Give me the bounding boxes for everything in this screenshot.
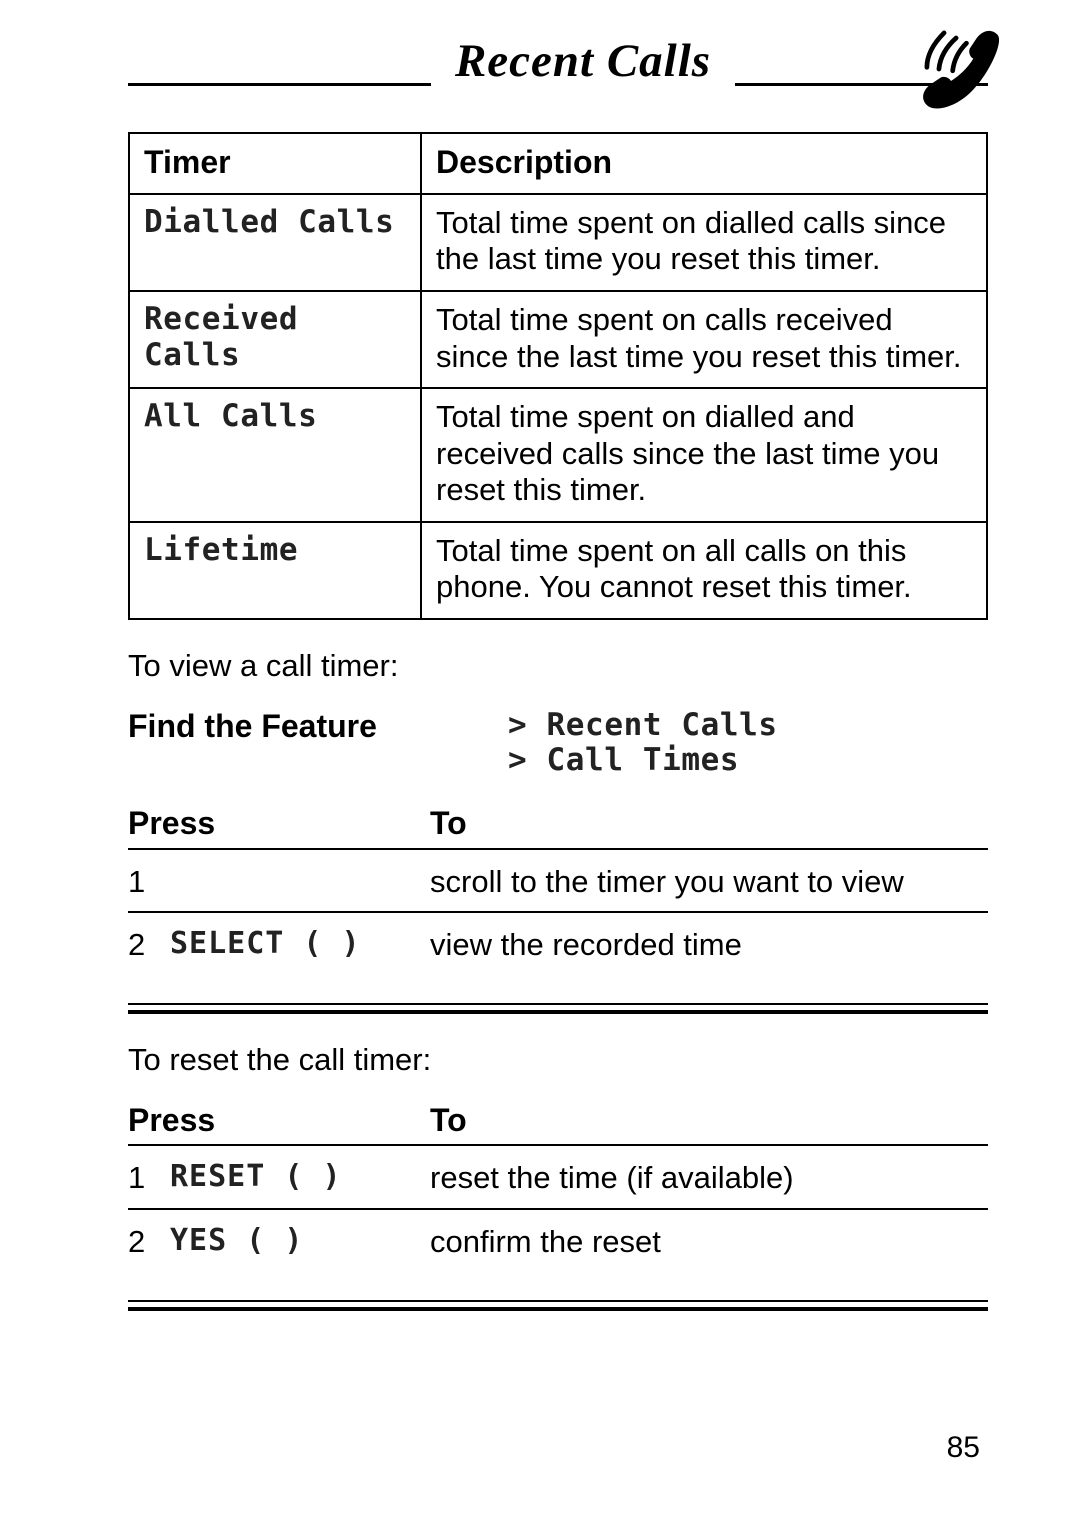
table-row: All Calls Total time spent on dialled an… bbox=[129, 388, 987, 522]
steps-header-press: Press bbox=[128, 799, 430, 849]
table-row: Dialled Calls Total time spent on dialle… bbox=[129, 194, 987, 291]
step-to: view the recorded time bbox=[430, 912, 988, 975]
timer-desc: Total time spent on dialled and received… bbox=[421, 388, 987, 522]
table-row: 1 scroll to the timer you want to view bbox=[128, 849, 988, 913]
step-number: 2 bbox=[128, 1209, 170, 1272]
table-row: 1 RESET ( ) reset the time (if available… bbox=[128, 1145, 988, 1209]
step-number: 1 bbox=[128, 849, 170, 913]
step-to: confirm the reset bbox=[430, 1209, 988, 1272]
steps-header-press: Press bbox=[128, 1096, 430, 1146]
timer-desc: Total time spent on calls received since… bbox=[421, 291, 987, 388]
table-row: 2 SELECT ( ) view the recorded time bbox=[128, 912, 988, 975]
step-number: 1 bbox=[128, 1145, 170, 1209]
double-rule bbox=[128, 1300, 988, 1311]
timer-name: Received Calls bbox=[129, 291, 421, 388]
timer-desc: Total time spent on all calls on this ph… bbox=[421, 522, 987, 619]
menu-path: > Recent Calls bbox=[508, 708, 778, 744]
step-press: YES ( ) bbox=[170, 1209, 430, 1272]
steps-view-table: Press To 1 scroll to the timer you want … bbox=[128, 799, 988, 975]
timer-name: All Calls bbox=[129, 388, 421, 522]
step-number: 2 bbox=[128, 912, 170, 975]
find-feature-label: Find the Feature bbox=[128, 708, 508, 745]
page-title: Recent Calls bbox=[455, 34, 711, 88]
timer-table: Timer Description Dialled Calls Total ti… bbox=[128, 132, 988, 620]
find-the-feature: Find the Feature > Recent Calls > Call T… bbox=[128, 708, 988, 779]
phone-icon bbox=[920, 26, 1006, 112]
timer-name: Dialled Calls bbox=[129, 194, 421, 291]
table-row: 2 YES ( ) confirm the reset bbox=[128, 1209, 988, 1272]
timer-header-description: Description bbox=[421, 133, 987, 194]
double-rule bbox=[128, 1003, 988, 1014]
intro-reset: To reset the call timer: bbox=[128, 1042, 988, 1078]
timer-desc: Total time spent on dialled calls since … bbox=[421, 194, 987, 291]
steps-header-to: To bbox=[430, 799, 988, 849]
step-to: scroll to the timer you want to view bbox=[430, 849, 988, 913]
step-press: RESET ( ) bbox=[170, 1145, 430, 1209]
step-to: reset the time (if available) bbox=[430, 1145, 988, 1209]
intro-view: To view a call timer: bbox=[128, 648, 988, 684]
steps-reset-table: Press To 1 RESET ( ) reset the time (if … bbox=[128, 1096, 988, 1272]
step-press bbox=[170, 849, 430, 913]
header-rule-left bbox=[128, 83, 431, 86]
timer-name: Lifetime bbox=[129, 522, 421, 619]
table-row: Received Calls Total time spent on calls… bbox=[129, 291, 987, 388]
steps-header-to: To bbox=[430, 1096, 988, 1146]
page-number: 85 bbox=[947, 1431, 980, 1466]
timer-header-timer: Timer bbox=[129, 133, 421, 194]
menu-path: > Call Times bbox=[508, 743, 778, 779]
table-row: Lifetime Total time spent on all calls o… bbox=[129, 522, 987, 619]
step-press: SELECT ( ) bbox=[170, 912, 430, 975]
